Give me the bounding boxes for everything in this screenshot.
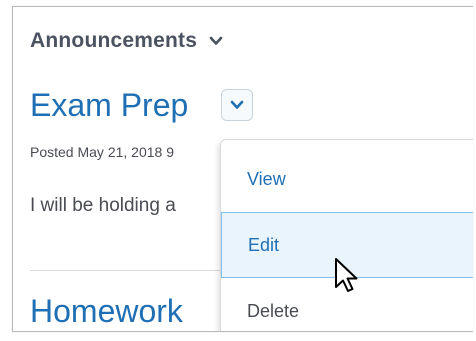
widget-title: Announcements (30, 29, 198, 52)
announcement-title-link[interactable]: Exam Prep (30, 85, 188, 125)
announcements-widget-header[interactable]: Announcements (30, 29, 223, 53)
announcement-title-link[interactable]: Homework (30, 291, 183, 331)
mouse-pointer-icon (335, 258, 358, 292)
menu-item-view[interactable]: View (221, 146, 473, 212)
announcement-posted-date: Posted May 21, 2018 9 (30, 144, 174, 160)
chevron-down-icon[interactable] (209, 34, 223, 48)
chevron-down-icon (230, 100, 244, 109)
announcements-widget: Announcements Exam Prep Posted May 21, 2… (12, 6, 473, 332)
announcement-context-menu-button[interactable] (221, 89, 253, 121)
context-menu: View Edit Delete (220, 139, 473, 331)
announcement-body-text: I will be holding a (30, 195, 176, 216)
